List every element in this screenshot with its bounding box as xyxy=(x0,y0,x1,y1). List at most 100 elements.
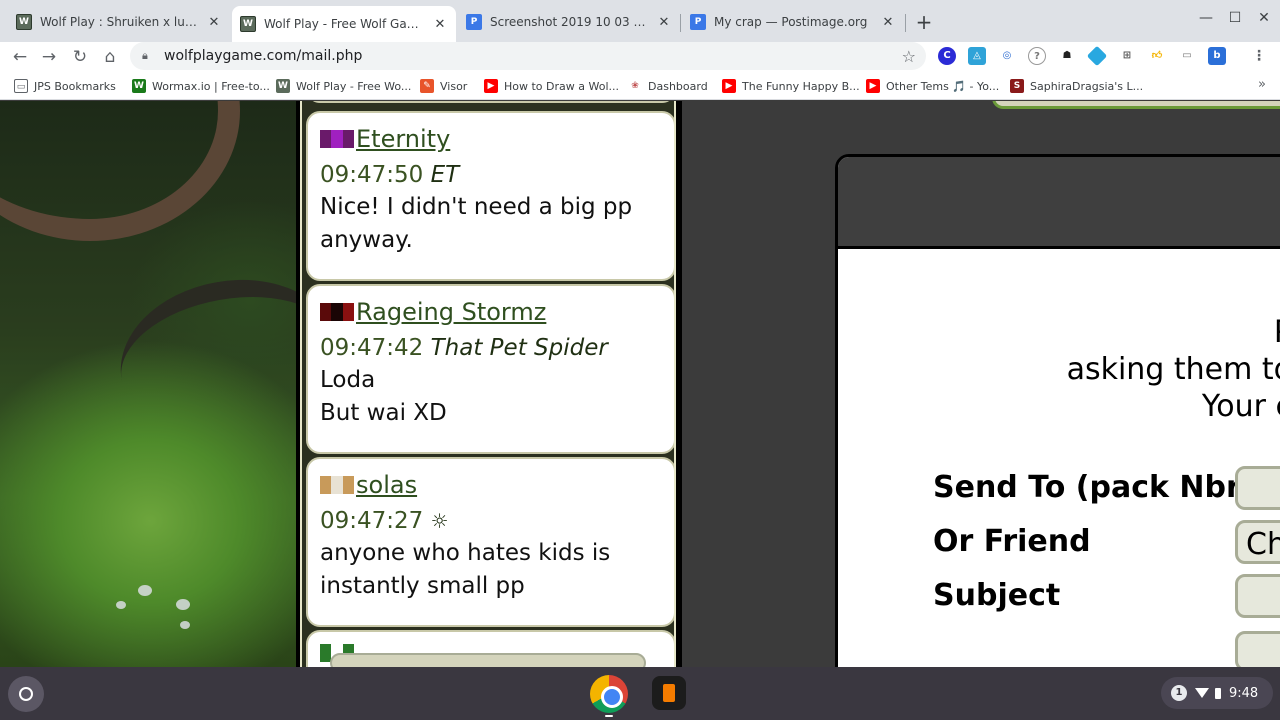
extension-thumbs-up-icon[interactable]: 👍︎ xyxy=(1148,47,1166,65)
author-link[interactable]: Rageing Stormz xyxy=(356,298,546,326)
message-line: Loda xyxy=(320,367,376,393)
new-tab-button[interactable]: + xyxy=(912,10,936,34)
background-illustration xyxy=(0,101,296,667)
wolfplay-icon: W xyxy=(276,79,290,93)
sun-icon: ☼ xyxy=(430,509,449,533)
close-tab-icon[interactable]: ✕ xyxy=(432,17,448,32)
wolfplay-favicon-icon: W xyxy=(16,14,32,30)
extension-diamond-icon[interactable] xyxy=(1086,45,1108,67)
tab-wolfplay-shruiken[interactable]: W Wolf Play : Shruiken x lunarsbane ✕ xyxy=(8,6,230,38)
bookmark-label: JPS Bookmarks xyxy=(34,79,116,93)
extension-b-icon[interactable]: b xyxy=(1208,47,1226,65)
message-time: 09:47:42 xyxy=(320,335,424,361)
forward-button[interactable]: → xyxy=(37,45,61,69)
chrome-app-icon[interactable] xyxy=(590,675,628,713)
extension-c-icon[interactable]: C xyxy=(938,47,956,65)
message-meta: 09:47:27 ☼ xyxy=(320,505,662,537)
extension-help-icon[interactable]: ? xyxy=(1028,47,1046,65)
reload-button[interactable]: ↻ xyxy=(68,45,92,69)
back-button[interactable]: ← xyxy=(8,45,32,69)
menu-more-icon[interactable]: ⋮ xyxy=(1250,47,1268,65)
lock-icon: 🔒︎ xyxy=(142,49,148,62)
dew-drop xyxy=(176,599,190,610)
chat-message: solas 09:47:27 ☼ anyone who hates kids i… xyxy=(306,457,674,627)
tab-title: Wolf Play - Free Wolf Game! | Wolf xyxy=(264,17,426,31)
extension-cast-icon[interactable]: ▭ xyxy=(1178,47,1196,65)
bookmark-label: How to Draw a Wol... xyxy=(504,79,620,93)
bookmarks-bar: ▭ JPS Bookmarks W Wormax.io | Free-to...… xyxy=(0,72,1280,100)
mail-intro-line: Your c xyxy=(1201,389,1280,424)
youtube-icon: ▶ xyxy=(484,79,498,93)
message-meta: 09:47:50 ET xyxy=(320,159,662,191)
maximize-button[interactable]: ☐ xyxy=(1225,10,1245,26)
mail-intro-line: asking them to xyxy=(1066,352,1280,387)
bookmark-wolfplay[interactable]: W Wolf Play - Free Wo... xyxy=(276,78,411,94)
close-tab-icon[interactable]: ✕ xyxy=(206,15,222,30)
message-body: Loda But wai XD xyxy=(320,364,662,430)
extension-ghost-icon[interactable]: ☗ xyxy=(1058,47,1076,65)
close-tab-icon[interactable]: ✕ xyxy=(880,15,896,30)
extension-drive-icon[interactable]: ◬ xyxy=(968,47,986,65)
bookmark-wormax[interactable]: W Wormax.io | Free-to... xyxy=(132,78,270,94)
mail-panel: P asking them to Your c Send To (pack Nb… xyxy=(682,101,1280,667)
message-input-partial[interactable] xyxy=(1235,631,1280,667)
bookmark-label: Other Tems 🎵 - Yo... xyxy=(886,79,1000,93)
running-indicator xyxy=(605,715,613,717)
extension-grid-icon[interactable]: ⊞ xyxy=(1118,47,1136,65)
bookmark-label: The Funny Happy B... xyxy=(742,79,860,93)
battery-icon xyxy=(1215,687,1221,699)
message-body: anyone who hates kids is instantly small… xyxy=(320,537,662,603)
send-to-label: Send To (pack Nbr) xyxy=(933,470,1255,505)
postimage-favicon-icon: P xyxy=(690,14,706,30)
mail-intro-line: P xyxy=(842,315,1280,350)
bookmark-jps[interactable]: ▭ JPS Bookmarks xyxy=(14,78,116,94)
subject-input[interactable] xyxy=(1235,574,1280,618)
launcher-button[interactable] xyxy=(8,676,44,712)
extension-edge-icon[interactable]: ◎ xyxy=(998,47,1016,65)
home-button[interactable]: ⌂ xyxy=(98,45,122,69)
notification-count-badge: 1 xyxy=(1171,685,1187,701)
minimize-button[interactable]: — xyxy=(1196,10,1216,26)
files-app-icon[interactable] xyxy=(652,676,686,710)
top-pill-button[interactable] xyxy=(992,101,1280,109)
close-tab-icon[interactable]: ✕ xyxy=(656,15,672,30)
tab-separator xyxy=(680,14,681,32)
dew-drop xyxy=(180,621,190,629)
message-line: Nice! I didn't need a big pp xyxy=(320,194,633,220)
bookmark-saphira[interactable]: S SaphiraDragsia's L... xyxy=(1010,78,1143,94)
bookmark-visor[interactable]: ✎ Visor xyxy=(420,78,467,94)
message-line: anyway. xyxy=(320,227,413,253)
address-bar[interactable]: 🔒︎ wolfplaygame.com/mail.php ☆ xyxy=(130,42,926,70)
tab-wolfplay-mail[interactable]: W Wolf Play - Free Wolf Game! | Wolf ✕ xyxy=(232,6,456,42)
bookmark-dashboard[interactable]: ❀ Dashboard xyxy=(628,78,708,94)
chat-scroll-area[interactable]: Eternity 09:47:50 ET Nice! I didn't need… xyxy=(300,101,676,667)
status-tray[interactable]: 1 9:48 xyxy=(1161,677,1273,709)
message-time: 09:47:50 xyxy=(320,162,424,188)
chat-input-partial[interactable] xyxy=(330,653,646,667)
tab-title: Screenshot 2019 10 03 23 42 39 xyxy=(490,15,650,29)
bookmark-star-icon[interactable]: ☆ xyxy=(902,47,916,66)
message-meta: 09:47:42 That Pet Spider xyxy=(320,332,662,364)
message-tag: ET xyxy=(430,162,460,188)
message-author-row: Eternity xyxy=(320,125,662,153)
mail-header-bar xyxy=(838,157,1280,249)
chat-message: Rageing Stormz 09:47:42 That Pet Spider … xyxy=(306,284,674,454)
friend-select[interactable]: Ch xyxy=(1235,520,1280,564)
author-link[interactable]: solas xyxy=(356,471,417,499)
tab-postimage[interactable]: P My crap — Postimage.org ✕ xyxy=(682,6,904,38)
subject-label: Subject xyxy=(933,578,1061,613)
visor-icon: ✎ xyxy=(420,79,434,93)
tab-title: My crap — Postimage.org xyxy=(714,15,868,29)
send-to-input[interactable] xyxy=(1235,466,1280,510)
author-color-swatch xyxy=(320,476,354,494)
tab-screenshot[interactable]: P Screenshot 2019 10 03 23 42 39 ✕ xyxy=(458,6,680,38)
close-window-button[interactable]: ✕ xyxy=(1254,10,1274,26)
author-link[interactable]: Eternity xyxy=(356,125,450,153)
bookmark-funny-happy[interactable]: ▶ The Funny Happy B... xyxy=(722,78,860,94)
wormax-icon: W xyxy=(132,79,146,93)
dew-drop xyxy=(138,585,152,596)
bookmark-other-tems[interactable]: ▶ Other Tems 🎵 - Yo... xyxy=(866,78,999,94)
author-color-swatch xyxy=(320,130,354,148)
bookmarks-overflow-icon[interactable]: » xyxy=(1258,77,1266,92)
bookmark-how-to-draw[interactable]: ▶ How to Draw a Wol... xyxy=(484,78,619,94)
